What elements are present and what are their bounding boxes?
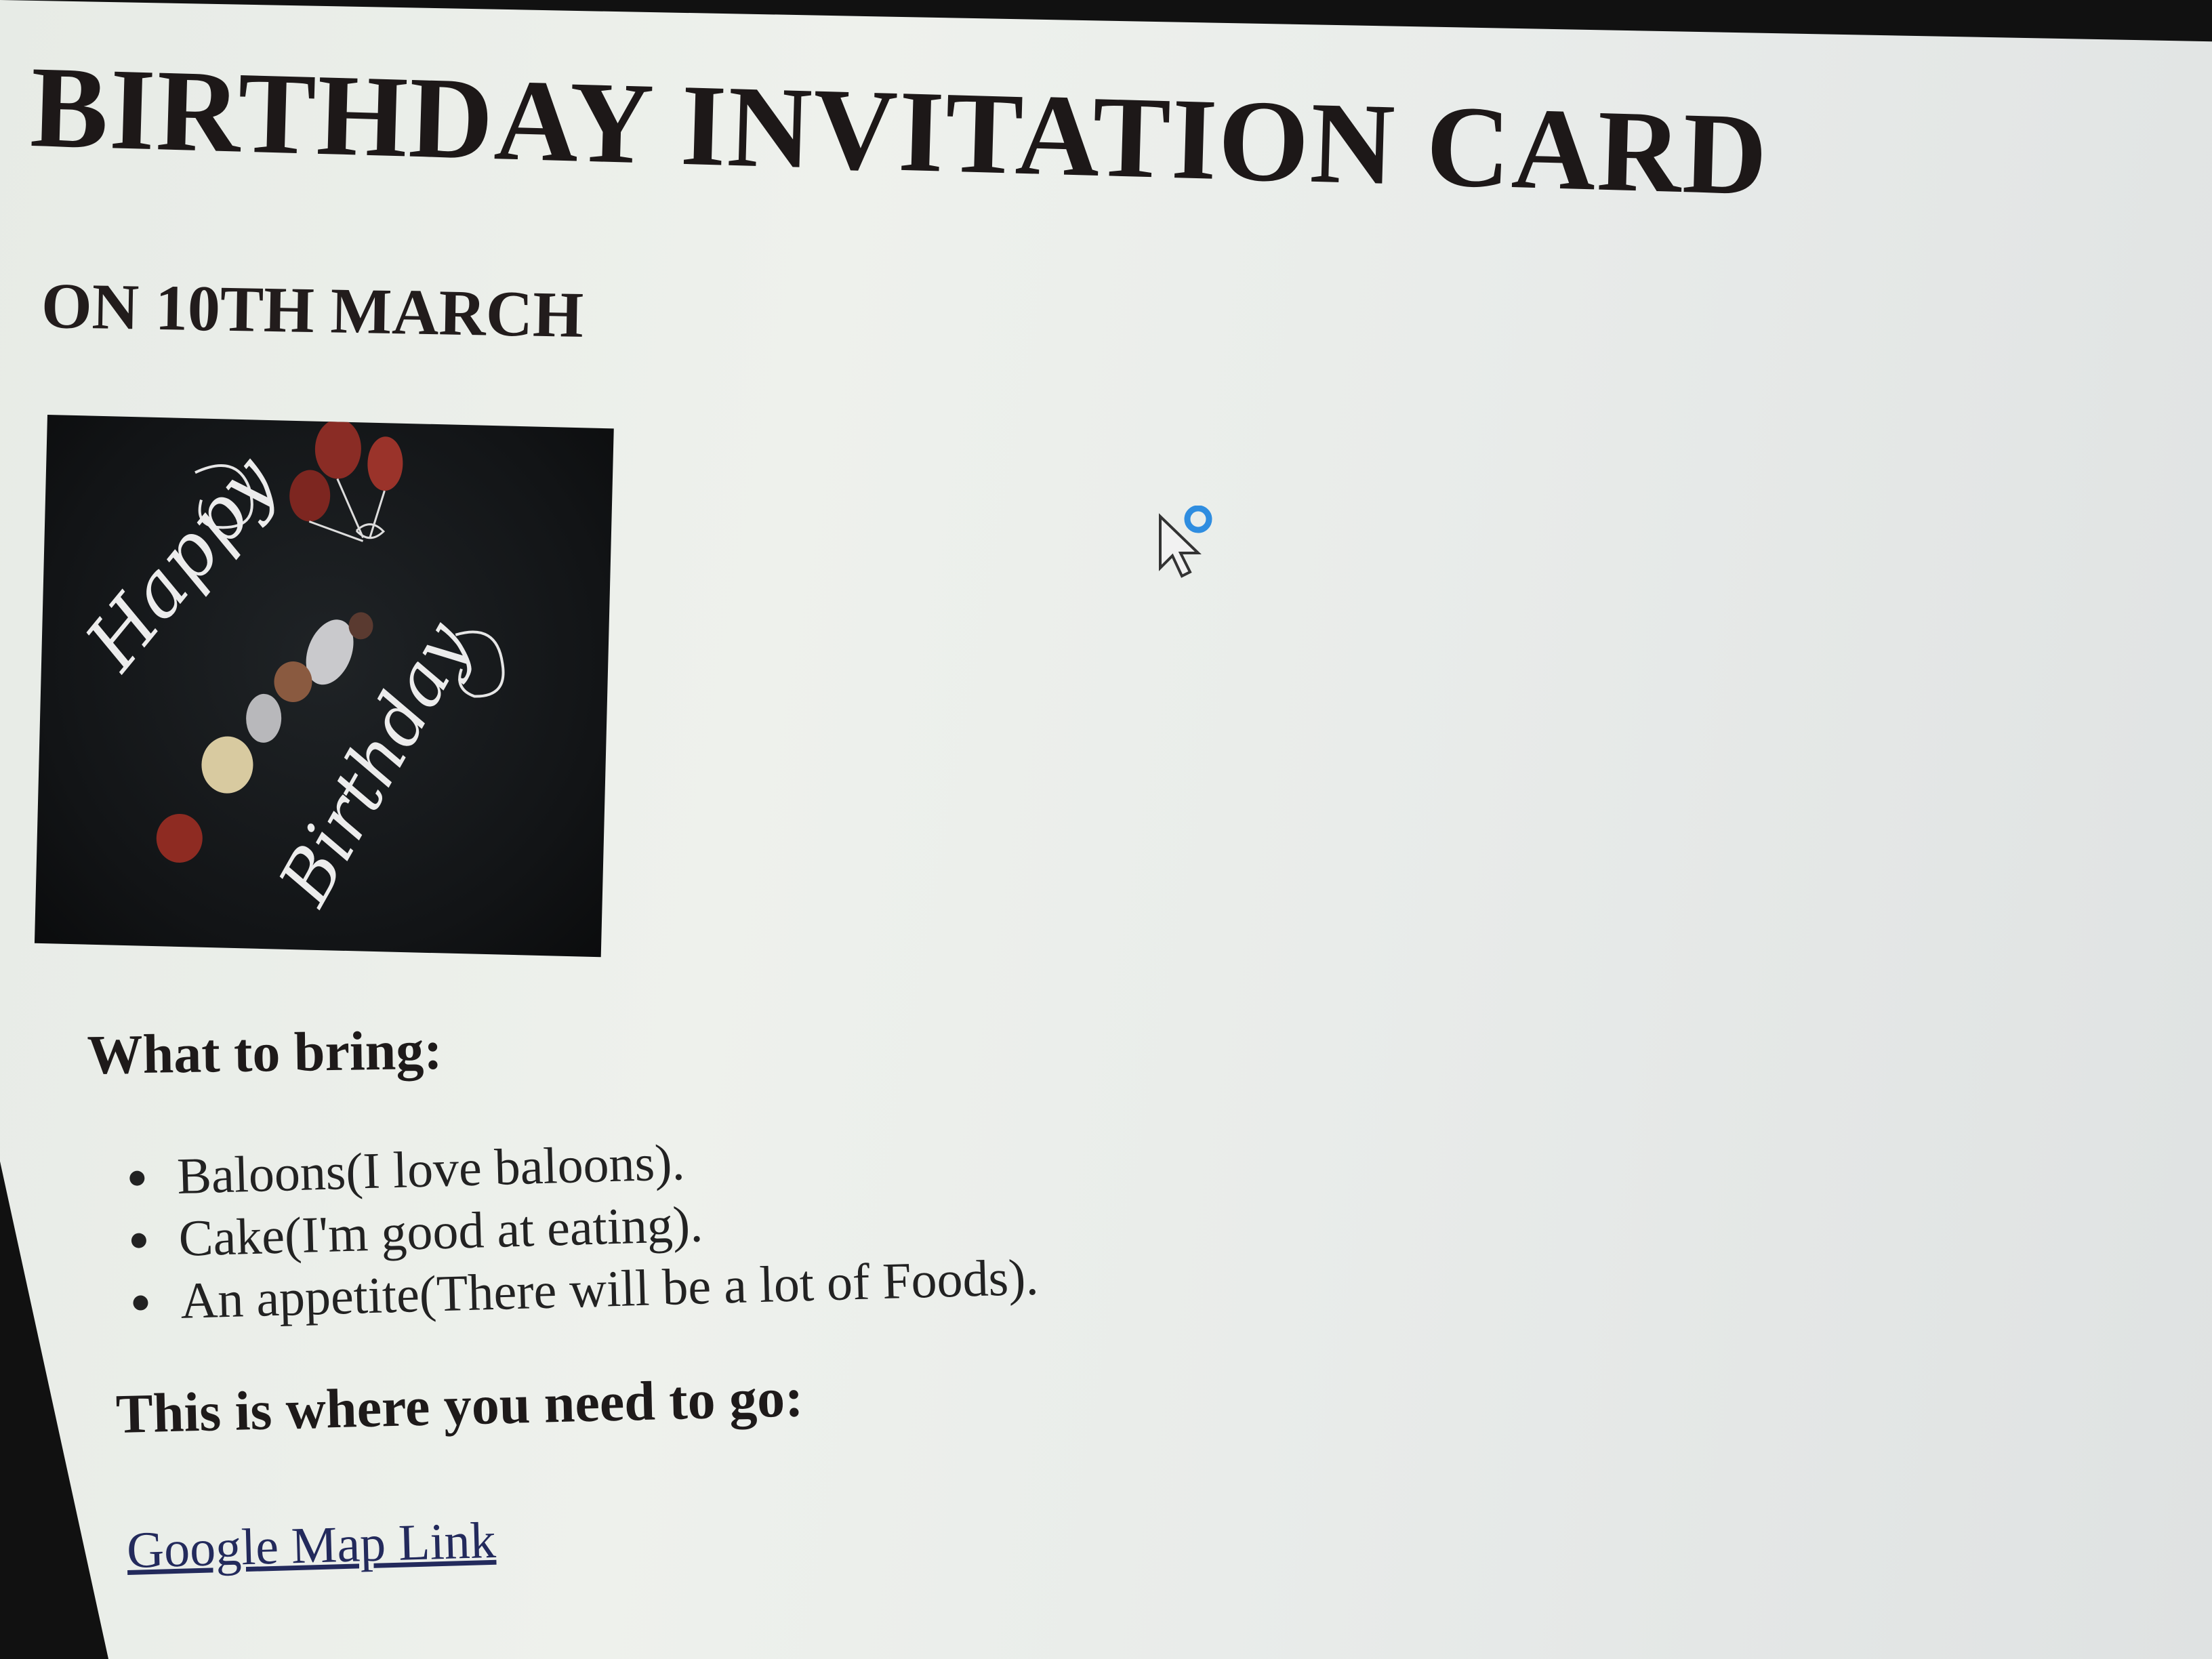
birthday-image: Happy Birthday — [34, 415, 614, 958]
busy-cursor-icon — [1159, 506, 1212, 578]
google-map-link[interactable]: Google Map Link — [126, 1511, 497, 1580]
list-item-text: Cake(I'm good at eating). — [178, 1195, 704, 1267]
balloons-group — [289, 419, 403, 542]
birthday-artwork: Happy Birthday — [68, 419, 505, 919]
date-subtitle: ON 10TH MARCH — [41, 268, 584, 351]
birthday-script-text: Birthday — [262, 607, 487, 919]
bring-list: Baloons(I love baloons). Cake(I'm good a… — [129, 1122, 1040, 1332]
what-to-bring-heading: What to bring: — [87, 1019, 443, 1086]
happy-script-text: Happy — [68, 438, 294, 687]
list-item-text: Baloons(I love baloons). — [176, 1134, 686, 1205]
